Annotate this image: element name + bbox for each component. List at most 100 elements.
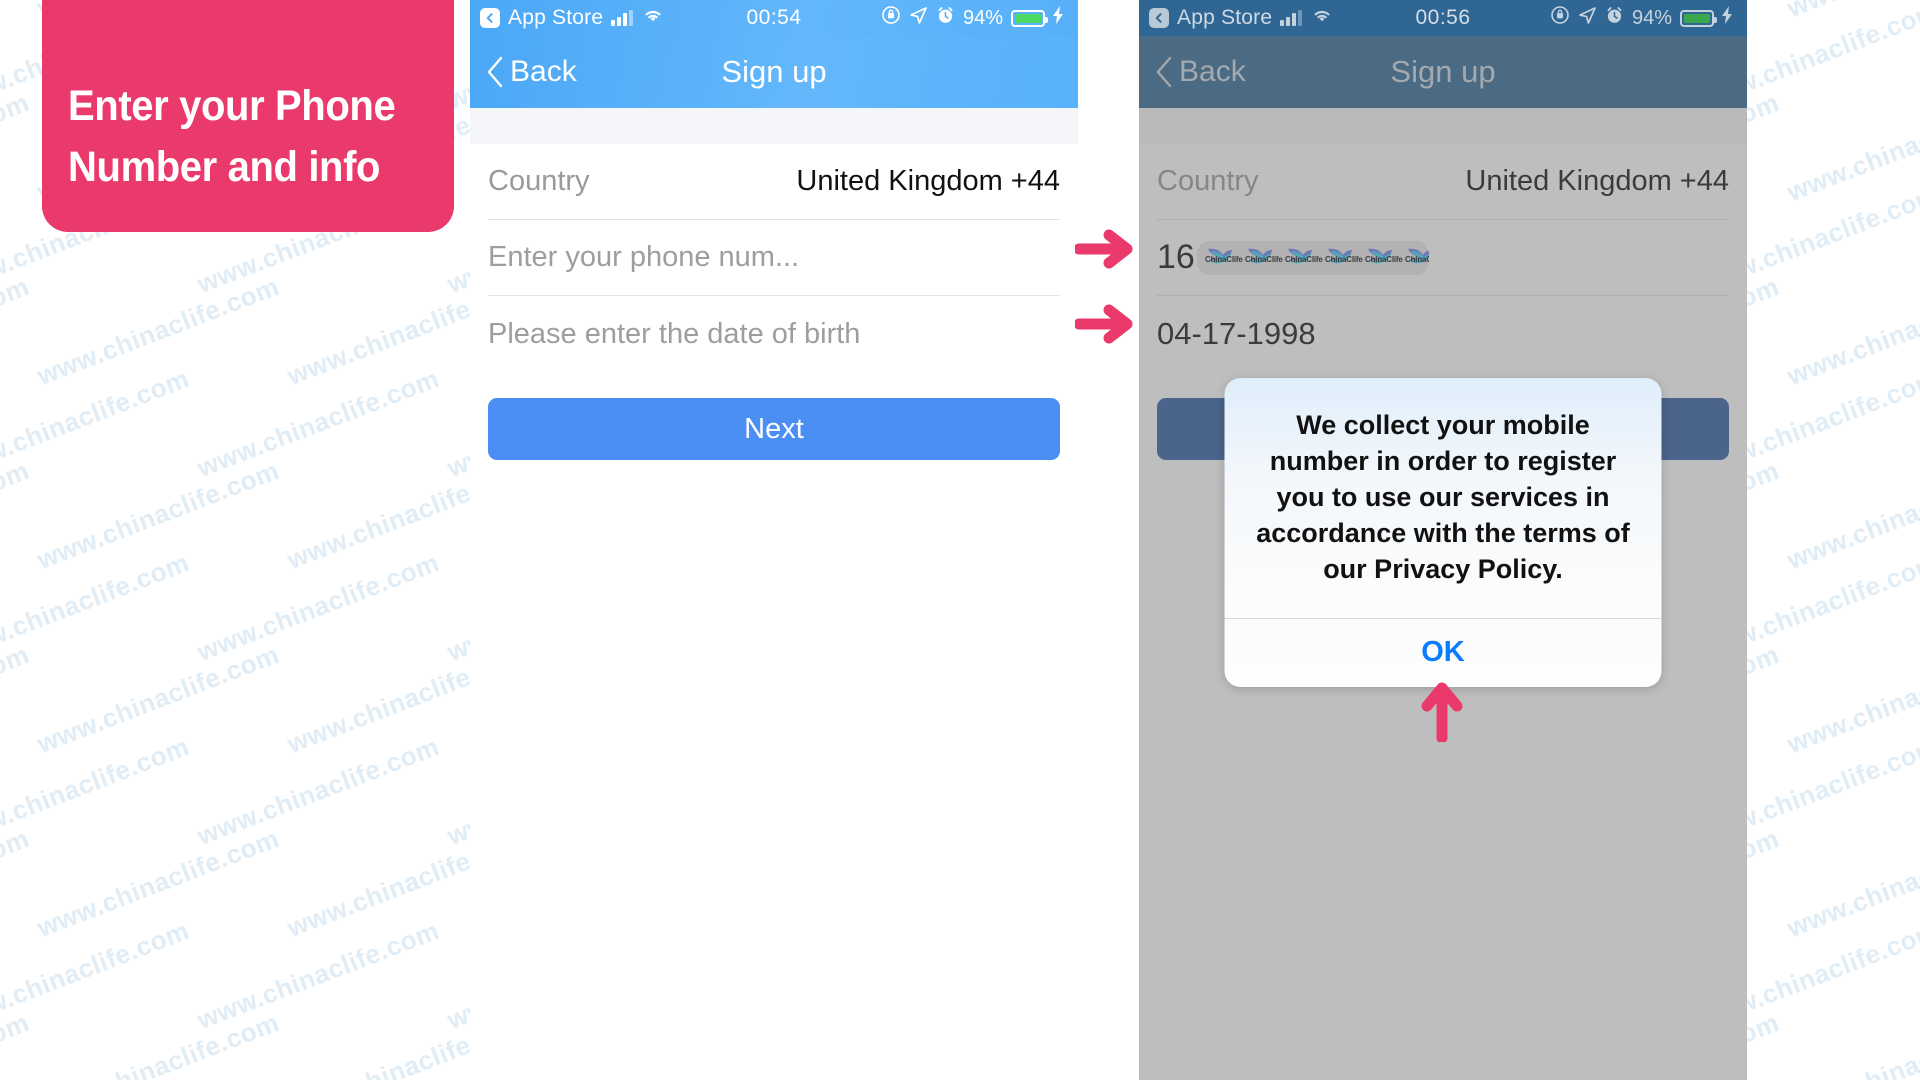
- watermark-text: www.chinaclife.com: [1783, 0, 1920, 24]
- phone-number-placeholder-left: Enter your phone num...: [488, 241, 800, 273]
- ok-button[interactable]: OK: [1225, 619, 1662, 687]
- watermark-text: www.chinaclife.com: [32, 823, 284, 944]
- watermark-text: www.chinaclife.com: [0, 455, 34, 576]
- charging-bolt-icon: [1722, 6, 1733, 30]
- status-bar-app-name[interactable]: App Store: [508, 6, 603, 30]
- watermark-text: www.chinaclife.com: [0, 0, 34, 24]
- watermark-text: www.chinaclife.com: [0, 363, 194, 484]
- status-bar-left-group: App Store: [480, 6, 665, 30]
- next-button-left[interactable]: Next: [488, 398, 1060, 460]
- watermark-text: www.chinaclife.com: [1782, 823, 1920, 944]
- phone-screen-left: App Store 00:54 94% Back Sign up Country…: [470, 0, 1078, 1080]
- content-left: Country United Kingdom +44 Enter your ph…: [470, 108, 1078, 1080]
- watermark-text: www.chinaclife.com: [192, 363, 444, 484]
- country-label-left: Country: [488, 165, 590, 197]
- battery-icon: [1011, 9, 1048, 27]
- phone-number-field-left[interactable]: Enter your phone num...: [488, 220, 1060, 296]
- watermark-text: www.chinaclife.com: [0, 547, 194, 668]
- watermark-text: www.chinaclife.com: [1782, 455, 1920, 576]
- country-value-right: United Kingdom +44: [1465, 165, 1729, 197]
- watermark-text: www.chinaclife.com: [1782, 639, 1920, 760]
- content-top-gap: [470, 108, 1078, 144]
- location-arrow-icon: [909, 6, 928, 31]
- callout-line-1: Enter your Phone: [68, 81, 396, 130]
- signup-form-left: Country United Kingdom +44 Enter your ph…: [470, 144, 1078, 372]
- watermark-text: www.chinaclife.com: [192, 547, 444, 668]
- content-top-gap: [1139, 108, 1747, 144]
- country-row-left[interactable]: Country United Kingdom +44: [488, 144, 1060, 220]
- status-bar-left-group-2: App Store: [1149, 6, 1334, 30]
- redacted-phone-number: ChinaClife ChinaClife ChinaClife ChinaClife…: [1196, 240, 1429, 275]
- privacy-alert-message: We collect your mobile number in order t…: [1256, 410, 1630, 584]
- arrow-up-to-ok-button: [1421, 682, 1463, 742]
- watermark-text: www.chinaclife.com: [192, 731, 444, 852]
- watermark-text: www.chinaclife.com: [32, 271, 284, 392]
- status-bar-left: App Store 00:54 94%: [470, 0, 1078, 36]
- rotation-lock-icon: [881, 5, 901, 31]
- phone-screen-right: App Store 00:56 94% Back Sign up Country…: [1139, 0, 1747, 1080]
- country-value-left: United Kingdom +44: [796, 165, 1060, 197]
- status-bar-right: App Store 00:56 94%: [1139, 0, 1747, 36]
- chinaclife-watermark-logo: ChinaClife: [1204, 245, 1243, 271]
- chevron-left-icon: [487, 56, 503, 88]
- alarm-clock-icon: [936, 6, 955, 31]
- back-button-label: Back: [510, 55, 577, 88]
- watermark-text: www.chinaclife.com: [192, 915, 444, 1036]
- back-button-left[interactable]: Back: [486, 55, 577, 89]
- chinaclife-watermark-logo: ChinaClife: [1284, 245, 1323, 271]
- charging-bolt-icon: [1053, 6, 1064, 30]
- chinaclife-watermark-logo: ChinaClife: [1404, 245, 1429, 271]
- watermark-text: www.chinaclife.com: [0, 1007, 34, 1080]
- watermark-text: www.chinaclife.com: [0, 271, 34, 392]
- dob-field-left[interactable]: Please enter the date of birth: [488, 296, 1060, 372]
- watermark-text: www.chinaclife.com: [32, 455, 284, 576]
- watermark-text: www.chinaclife.com: [1782, 271, 1920, 392]
- dob-placeholder-left: Please enter the date of birth: [488, 317, 861, 350]
- country-label-right: Country: [1157, 165, 1259, 197]
- callout-line-2: Number and info: [68, 142, 381, 191]
- next-button-wrap-left: Next: [470, 372, 1078, 460]
- privacy-alert-dialog: We collect your mobile number in order t…: [1224, 378, 1662, 687]
- country-row-right[interactable]: Country United Kingdom +44: [1157, 144, 1729, 220]
- watermark-text: www.chinaclife.com: [0, 823, 34, 944]
- chinaclife-watermark-logo: ChinaClife: [1364, 245, 1403, 271]
- wifi-icon: [641, 6, 665, 30]
- signal-bars-icon: [611, 10, 634, 26]
- watermark-text: www.chinaclife.com: [1782, 1007, 1920, 1080]
- status-bar-right-group: 94%: [881, 5, 1064, 31]
- back-chip-icon[interactable]: [480, 8, 500, 28]
- signup-form-right: Country United Kingdom +44 16 ChinaClife…: [1139, 144, 1747, 372]
- wifi-icon: [1310, 6, 1334, 30]
- battery-percent-label: 94%: [1631, 6, 1672, 29]
- alarm-clock-icon: [1605, 6, 1624, 31]
- rotation-lock-icon: [1550, 5, 1570, 31]
- arrow-right-to-dob-field: [1075, 304, 1133, 344]
- signal-bars-icon: [1280, 10, 1303, 26]
- back-chip-icon[interactable]: [1149, 8, 1169, 28]
- phone-number-prefix: 16: [1157, 238, 1195, 276]
- chevron-left-icon: [1156, 56, 1172, 88]
- watermark-text: www.chinaclife.com: [32, 1007, 284, 1080]
- phone-separator: [1078, 0, 1139, 1080]
- instruction-callout: Enter your Phone Number and info: [42, 0, 454, 232]
- status-bar-right-group-2: 94%: [1550, 5, 1733, 31]
- nav-bar-left: Back Sign up: [470, 36, 1078, 108]
- location-arrow-icon: [1578, 6, 1597, 31]
- status-bar-app-name[interactable]: App Store: [1177, 6, 1272, 30]
- watermark-text: www.chinaclife.com: [0, 87, 34, 208]
- battery-percent-label: 94%: [962, 6, 1003, 29]
- watermark-text: www.chinaclife.com: [0, 915, 194, 1036]
- watermark-text: www.chinaclife.com: [32, 639, 284, 760]
- dob-field-right[interactable]: 04-17-1998: [1157, 296, 1729, 372]
- watermark-text: www.chinaclife.com: [0, 639, 34, 760]
- screenshot-root: www.chinaclife.com www.chinaclife.com www.…: [0, 0, 1920, 1080]
- battery-icon: [1680, 9, 1717, 27]
- dob-value-right: 04-17-1998: [1157, 316, 1316, 351]
- chinaclife-watermark-logo: ChinaClife: [1324, 245, 1363, 271]
- phone-number-field-right[interactable]: 16 ChinaClife ChinaClife ChinaClife ChinaCl…: [1157, 220, 1729, 296]
- nav-bar-right: Back Sign up: [1139, 36, 1747, 108]
- back-button-right[interactable]: Back: [1155, 55, 1246, 89]
- arrow-right-to-phone-field: [1075, 229, 1133, 269]
- chinaclife-watermark-logo: ChinaClife: [1244, 245, 1283, 271]
- watermark-text: www.chinaclife.com: [0, 731, 194, 852]
